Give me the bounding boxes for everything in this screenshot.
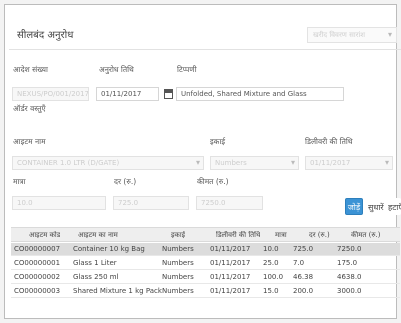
remark-field[interactable]: Unfolded, Shared Mixture and Glass (176, 87, 344, 101)
order-no-field[interactable]: NEXUS/PO/001/2017 (12, 87, 89, 101)
unit-select-value: Numbers (215, 159, 247, 167)
cell-unit: Numbers (162, 287, 194, 295)
cell-unit: Numbers (162, 259, 194, 267)
cell-rate: 200.0 (293, 287, 314, 295)
amount-field[interactable]: 7250.0 (196, 196, 263, 210)
col-unit[interactable]: इकाई (171, 231, 185, 240)
cell-delivery-date: 01/11/2017 (210, 273, 251, 281)
order-items-heading: ऑर्डर वस्तुएँ (13, 104, 46, 113)
update-button[interactable]: सुधारें (367, 198, 384, 215)
cell-amount: 175.0 (337, 259, 358, 267)
item-label: आइटम नाम (13, 137, 46, 146)
qty-field[interactable]: 10.0 (12, 196, 106, 210)
add-button[interactable]: जोड़ें (345, 198, 363, 215)
rate-field[interactable]: 725.0 (113, 196, 189, 210)
item-select-value: CONTAINER 1.0 LTR (D/GATE) (17, 159, 120, 167)
cell-delivery-date: 01/11/2017 (210, 245, 251, 253)
cell-qty: 15.0 (263, 287, 279, 295)
order-no-label: आदेश संख्या (13, 65, 48, 74)
remark-label: टिप्पणी (177, 65, 197, 74)
col-item-code[interactable]: आइटम कोड (29, 231, 60, 240)
cell-delivery-date: 01/11/2017 (210, 259, 251, 267)
order-date-field[interactable]: 01/11/2017 (96, 87, 159, 101)
table-row[interactable]: CO00000007 Container 10 kg Bag Numbers 0… (11, 243, 400, 256)
cell-rate: 725.0 (293, 245, 314, 253)
cell-item-name: Glass 250 ml (73, 273, 119, 281)
col-qty[interactable]: मात्रा (275, 231, 287, 240)
amount-label: कीमत (रु.) (197, 177, 229, 186)
chevron-down-icon: ▾ (290, 158, 295, 167)
page: सीलबंद अनुरोध खरीद विवरण सारांश ▾ आदेश स… (0, 0, 401, 323)
report-select-value: खरीद विवरण सारांश (313, 31, 366, 39)
col-amount[interactable]: कीमत (रु.) (351, 231, 380, 240)
cell-unit: Numbers (162, 245, 194, 253)
cell-item-code: CO00000002 (14, 273, 61, 281)
unit-select[interactable]: Numbers ▾ (210, 156, 299, 170)
unit-label: इकाई (210, 137, 226, 146)
page-title: सीलबंद अनुरोध (17, 30, 74, 41)
cell-item-name: Glass 1 Liter (73, 259, 117, 267)
order-date-label: अनुरोध तिथि (99, 65, 134, 74)
cell-amount: 4638.0 (337, 273, 362, 281)
cell-item-name: Container 10 kg Bag (73, 245, 145, 253)
table-row[interactable]: CO00000002 Glass 250 ml Numbers 01/11/20… (11, 271, 400, 284)
cell-amount: 3000.0 (337, 287, 362, 295)
table-row[interactable]: CO00000003 Shared Mixture 1 kg Pack Numb… (11, 285, 400, 298)
calendar-icon[interactable] (164, 89, 173, 99)
order-panel: सीलबंद अनुरोध खरीद विवरण सारांश ▾ आदेश स… (4, 4, 401, 319)
delivery-date-select[interactable]: 01/11/2017 ▾ (305, 156, 393, 170)
chevron-down-icon: ▾ (384, 158, 389, 167)
cell-unit: Numbers (162, 273, 194, 281)
cell-item-code: CO00000003 (14, 287, 61, 295)
table-header: आइटम कोड आइटम का नाम इकाई डिलीवरी की तिथ… (11, 227, 400, 242)
cell-qty: 10.0 (263, 245, 279, 253)
header-divider (9, 49, 401, 50)
cell-item-name: Shared Mixture 1 kg Pack (73, 287, 162, 295)
qty-label: मात्रा (13, 177, 26, 186)
report-select[interactable]: खरीद विवरण सारांश ▾ (307, 27, 397, 43)
col-delivery-date[interactable]: डिलीवरी की तिथि (216, 231, 260, 240)
cell-rate: 7.0 (293, 259, 305, 267)
delivery-date-select-value: 01/11/2017 (310, 159, 351, 167)
delivery-date-label: डिलीवरी की तिथि (305, 137, 353, 146)
cell-qty: 100.0 (263, 273, 284, 281)
table-row[interactable]: CO00000001 Glass 1 Liter Numbers 01/11/2… (11, 257, 400, 270)
rate-label: दर (रु.) (114, 177, 137, 186)
item-select[interactable]: CONTAINER 1.0 LTR (D/GATE) ▾ (12, 156, 204, 170)
cell-delivery-date: 01/11/2017 (210, 287, 251, 295)
delete-button[interactable]: हटाएँ (387, 198, 401, 215)
cell-item-code: CO00000001 (14, 259, 61, 267)
cell-qty: 25.0 (263, 259, 279, 267)
col-rate[interactable]: दर (रु.) (309, 231, 330, 240)
col-item-name[interactable]: आइटम का नाम (78, 231, 118, 240)
cell-amount: 7250.0 (337, 245, 362, 253)
chevron-down-icon: ▾ (195, 158, 200, 167)
chevron-down-icon: ▾ (387, 30, 392, 39)
cell-item-code: CO00000007 (14, 245, 61, 253)
cell-rate: 46.38 (293, 273, 314, 281)
